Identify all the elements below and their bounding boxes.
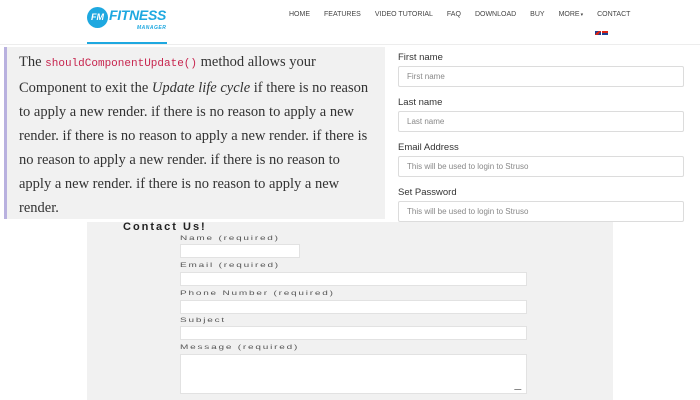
site-header: FM FITNESS MANAGER HOME FEATURES VIDEO T… bbox=[0, 0, 700, 45]
contact-email-input[interactable] bbox=[180, 272, 527, 286]
logo-badge: FM bbox=[87, 7, 108, 28]
contact-section: Contact Us! Name (required) Email (requi… bbox=[87, 221, 613, 400]
language-flag-icon[interactable] bbox=[602, 31, 608, 35]
first-name-label: First name bbox=[398, 52, 443, 63]
english-flag-icon[interactable] bbox=[595, 31, 601, 35]
logo-underline bbox=[87, 42, 167, 44]
contact-message-label: Message (required) bbox=[180, 344, 300, 351]
nav-download[interactable]: DOWNLOAD bbox=[475, 11, 516, 18]
email-input[interactable] bbox=[398, 156, 684, 177]
nav-video-tutorial[interactable]: VIDEO TUTORIAL bbox=[375, 11, 433, 18]
logo-sub-text: MANAGER bbox=[137, 25, 167, 31]
signup-form: First name Last name Email Address Set P… bbox=[398, 52, 688, 232]
contact-name-input[interactable] bbox=[180, 244, 300, 258]
last-name-input[interactable] bbox=[398, 111, 684, 132]
language-switcher bbox=[595, 31, 608, 35]
blockquote-text: The shouldComponentUpdate() method allow… bbox=[19, 50, 375, 220]
contact-subject-input[interactable] bbox=[180, 326, 527, 340]
fitness-manager-logo[interactable]: FM FITNESS MANAGER bbox=[87, 6, 177, 44]
password-label: Set Password bbox=[398, 187, 457, 198]
nav-more[interactable]: MORE▾ bbox=[559, 11, 584, 18]
nav-features[interactable]: FEATURES bbox=[324, 11, 361, 18]
contact-phone-input[interactable] bbox=[180, 300, 527, 314]
logo-main-text: FITNESS bbox=[109, 7, 167, 23]
contact-email-label: Email (required) bbox=[180, 262, 280, 269]
resize-handle-icon[interactable] bbox=[513, 385, 526, 390]
main-nav: HOME FEATURES VIDEO TUTORIAL FAQ DOWNLOA… bbox=[289, 11, 644, 18]
contact-title: Contact Us! bbox=[123, 221, 207, 233]
last-name-label: Last name bbox=[398, 97, 443, 108]
password-input[interactable] bbox=[398, 201, 684, 222]
contact-message-textarea[interactable] bbox=[180, 354, 527, 394]
inline-code: shouldComponentUpdate() bbox=[45, 58, 197, 70]
nav-faq[interactable]: FAQ bbox=[447, 11, 461, 18]
nav-contact[interactable]: CONTACT bbox=[597, 11, 630, 18]
quote-emphasis: Update life cycle bbox=[151, 80, 251, 96]
contact-phone-label: Phone Number (required) bbox=[180, 290, 335, 297]
info-blockquote: The shouldComponentUpdate() method allow… bbox=[4, 47, 385, 219]
quote-part3: if there is no reason to apply a new ren… bbox=[19, 80, 369, 216]
nav-more-label: MORE bbox=[558, 11, 580, 18]
contact-subject-label: Subject bbox=[180, 317, 226, 324]
nav-buy[interactable]: BUY bbox=[530, 11, 544, 18]
nav-home[interactable]: HOME bbox=[289, 11, 310, 18]
caret-down-icon: ▾ bbox=[580, 12, 584, 18]
first-name-input[interactable] bbox=[398, 66, 684, 87]
contact-name-label: Name (required) bbox=[180, 235, 280, 242]
email-label: Email Address bbox=[398, 142, 459, 153]
quote-part1: The bbox=[19, 54, 46, 70]
